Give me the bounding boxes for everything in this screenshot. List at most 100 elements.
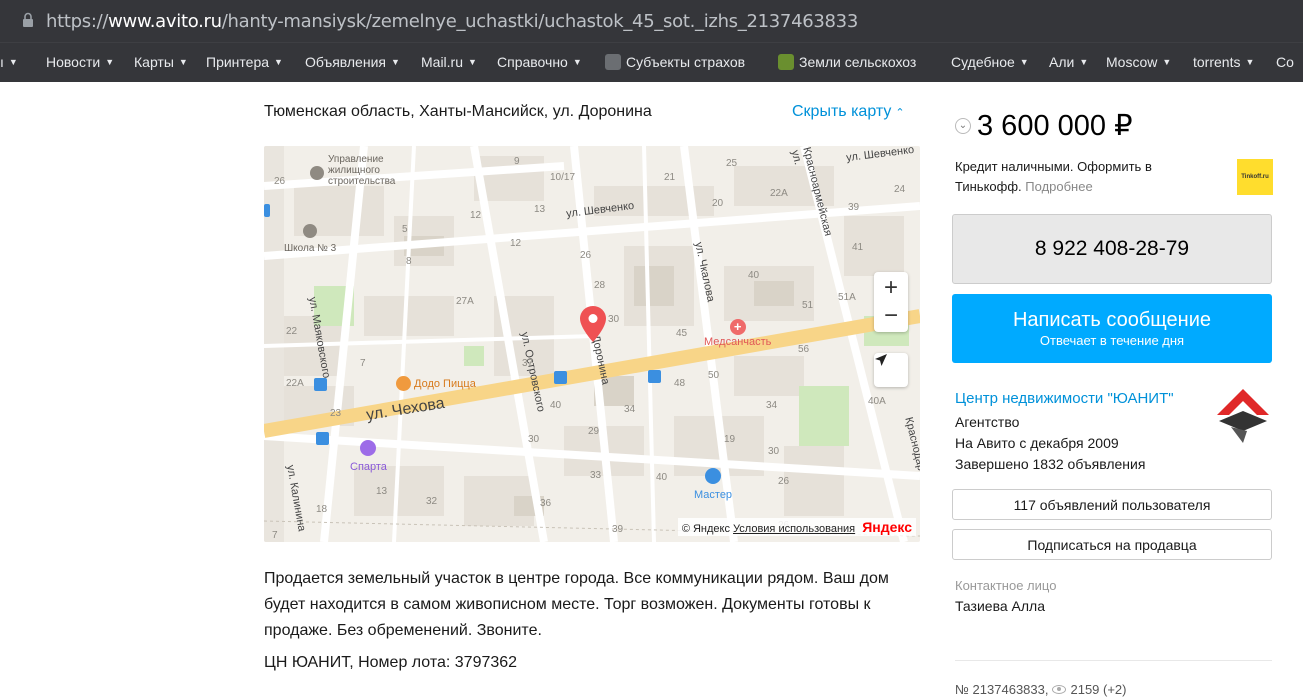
yandex-logo[interactable]: Яндекс [862,519,912,535]
location-pin-icon[interactable] [580,306,606,342]
url-text[interactable]: https://www.avito.ru/hanty-mansiysk/zeme… [46,11,858,32]
browser-url-bar[interactable]: https://www.avito.ru/hanty-mansiysk/zeme… [0,0,1303,42]
subscribe-seller-button[interactable]: Подписаться на продавца [952,529,1272,560]
house-number: 40 [656,472,668,483]
house-number: 40 [748,270,760,281]
credit-offer: Кредит наличными. Оформить в Тинькофф. П… [955,157,1205,197]
house-number: 30 [528,434,540,445]
poi-dodo[interactable]: Додо Пицца [396,376,476,391]
map[interactable]: ул. Чехова ул. Шевченко ул. Шевченко ул.… [264,146,920,542]
poi-upravlenie[interactable]: Управление жилищного строительства [310,154,395,187]
poi-upravlenie-line: жилищного [328,165,380,176]
contact-person-label: Контактное лицо [955,578,1057,593]
price-dropdown-icon[interactable]: ⌄ [955,117,971,134]
house-number: 30 [608,314,620,325]
url-prefix: https:// [46,11,109,32]
house-number: 20 [712,198,724,209]
bookmark-karty[interactable]: Карты ▼ [134,54,188,70]
bookmark-printera[interactable]: Принтера ▼ [206,54,283,70]
house-number: 22A [286,378,304,389]
bookmarks-bar: ı ▼ Новости ▼ Карты ▼ Принтера ▼ Объявления ▼… [0,42,1303,82]
geolocation-button[interactable] [874,353,908,387]
house-number: 26 [778,476,790,487]
navigation-arrow-icon [875,354,887,366]
bus-stop-icon[interactable] [264,204,270,217]
url-domain: www.avito.ru [108,11,222,32]
school-icon [303,224,318,238]
house-number: 23 [330,408,342,419]
medical-icon: + [729,319,746,335]
bookmark-obyavleniya[interactable]: Объявления ▼ [305,54,400,70]
poi-school-label: Школа № 3 [284,243,337,254]
house-number: 13 [534,204,546,215]
house-number: 26 [580,250,592,261]
user-listings-button[interactable]: 117 объявлений пользователя [952,489,1272,520]
bookmark-mailru[interactable]: Mail.ru ▼ [421,54,477,70]
bookmark-sudebnoe[interactable]: Судебное ▼ [951,54,1029,70]
bus-stop-icon[interactable] [314,378,327,391]
house-number: 7 [360,358,366,369]
poi-medsanchast-label: Медсанчасть [704,336,772,348]
house-number: 30 [768,446,780,457]
seller-name-link[interactable]: Центр недвижимости "ЮАНИТ" [955,390,1174,407]
bookmark-moscow[interactable]: Moscow ▼ [1106,54,1171,70]
house-number: 39 [848,202,860,213]
restaurant-icon [396,376,411,391]
bookmark-zemli[interactable]: Земли сельскохоз [778,54,916,70]
bookmark-spravochno[interactable]: Справочно ▼ [497,54,582,70]
price-block: ⌄ 3 600 000 ₽ [955,108,1133,143]
bookmark-ali[interactable]: Али ▼ [1049,54,1088,70]
poi-medsanchast[interactable]: + Медсанчасть [704,318,771,348]
bookmark-torrents[interactable]: torrents ▼ [1193,54,1254,70]
zoom-in-button[interactable]: + [884,274,898,302]
poi-upravlenie-line: Управление [328,154,384,165]
house-number: 33 [590,470,602,481]
shop-icon [705,468,722,484]
bookmark-subekty[interactable]: Субъекты страхов [605,54,745,70]
hide-map-link[interactable]: Скрыть карту ⌃ [792,103,905,121]
poi-upravlenie-line: строительства [328,176,396,187]
government-icon [310,166,324,180]
zoom-out-button[interactable]: − [884,302,898,330]
house-number: 19 [724,434,736,445]
house-number: 48 [674,378,686,389]
eye-icon [1052,685,1067,694]
map-terms-link[interactable]: Условия использования [733,523,855,535]
house-number: 25 [726,158,738,169]
poi-school[interactable]: Школа № 3 [284,224,336,254]
house-number: 40 [550,400,562,411]
lock-icon [23,12,33,27]
credit-more-link[interactable]: Подробнее [1025,179,1092,194]
seller-logo-icon[interactable] [1213,385,1273,445]
house-number: 50 [708,370,720,381]
poi-master[interactable]: Мастер [694,468,732,501]
write-message-button[interactable]: Написать сообщение Отвечает в течение дн… [952,294,1272,363]
bookmark-novosti[interactable]: Новости ▼ [46,54,114,70]
house-number: 51 [802,300,814,311]
url-path: /hanty-mansiysk/zemelnye_uchastki/uchast… [221,11,859,32]
plant-favicon-icon [778,54,794,70]
bookmark-overflow-right[interactable]: Co [1276,54,1294,70]
house-number: 45 [676,328,688,339]
bus-stop-icon[interactable] [648,370,661,383]
house-number: 9 [514,156,520,167]
poi-sparta-label: Спарта [350,461,387,473]
bus-stop-icon[interactable] [316,432,329,445]
gym-icon [360,440,377,456]
show-phone-button[interactable]: 8 922 408-28-79 [952,214,1272,284]
map-copyright: © Яндекс [681,523,730,535]
seller-since: На Авито с декабря 2009 [955,435,1119,451]
house-number: 56 [798,344,810,355]
house-number: 37 [522,358,534,369]
house-number: 22 [286,326,298,337]
map-attribution: © Яндекс Условия использования Яндекс [677,518,916,536]
house-number: 21 [664,172,676,183]
bus-stop-icon[interactable] [554,371,567,384]
poi-sparta[interactable]: Спарта [350,440,387,473]
bookmark-overflow-left[interactable]: ı ▼ [0,54,18,70]
house-number: 10/17 [550,172,576,183]
house-number: 32 [426,496,438,507]
tinkoff-logo[interactable]: Tinkoff.ru [1237,159,1273,195]
house-number: 39 [612,524,624,535]
listing-description: Продается земельный участок в центре гор… [264,570,889,639]
